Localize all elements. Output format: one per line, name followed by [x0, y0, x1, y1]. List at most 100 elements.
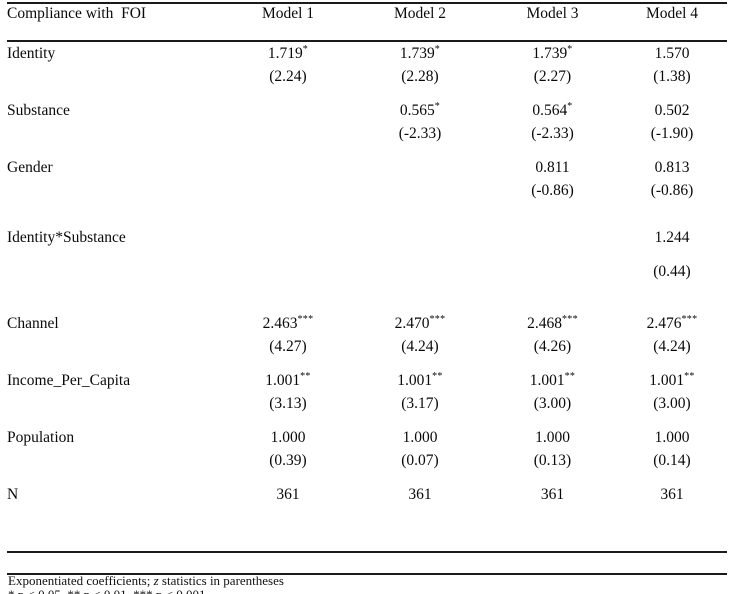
table-row-channel-estimate: Channel 2.463*** 2.470*** 2.468*** 2.476*** [7, 313, 727, 338]
row-label-spacer-income-per-capita [7, 395, 229, 429]
cell-gender-model-2-zstat [361, 182, 492, 216]
regression-results-table: Compliance with FOI Model 1 Model 2 Model 3… [7, 0, 727, 508]
significance-legend: * p < 0.05, ** p < 0.01, *** p < 0.001 [8, 588, 206, 594]
row-label-identity: Identity [7, 45, 56, 62]
cell-income-per-capita-model-4-zstat: (3.00) [653, 395, 691, 412]
cell-identity-model-2-zstat: (2.28) [401, 68, 439, 85]
cell-identity-substance-model-2-zstat [361, 252, 492, 315]
row-label-spacer-identity-substance [7, 252, 229, 315]
cell-identity-substance-model-4-zstat: (0.44) [653, 263, 691, 280]
cell-identity-substance-model-4-estimate: 1.244 [654, 229, 690, 246]
cell-population-model-1-zstat: (0.39) [269, 452, 307, 469]
significance-stars: *** [429, 313, 446, 325]
cell-identity-model-3-estimate: 1.739* [532, 43, 573, 62]
cell-population-model-3-estimate: 1.000 [535, 429, 570, 446]
significance-stars: *** [681, 313, 698, 325]
row-label-population: Population [7, 429, 75, 446]
cell-population-model-4-zstat: (0.14) [653, 452, 691, 469]
cell-identity-model-4-estimate: 1.570 [654, 45, 690, 62]
cell-gender-model-2-estimate [361, 159, 492, 182]
row-label-income-per-capita: Income_Per_Capita [7, 372, 131, 389]
cell-identity-substance-model-2-estimate [361, 216, 492, 252]
cell-channel-model-1-estimate: 2.463*** [262, 313, 314, 332]
cell-gender-model-3-zstat: (-0.86) [531, 182, 574, 199]
cell-identity-model-1-zstat: (2.24) [269, 68, 307, 85]
cell-population-model-2-zstat: (0.07) [401, 452, 439, 469]
cell-n-model-1: 361 [276, 486, 300, 503]
cell-substance-model-3-zstat: (-2.33) [531, 125, 574, 142]
significance-stars: ** [684, 370, 695, 382]
cell-channel-model-1-zstat: (4.27) [269, 338, 307, 355]
table-row-income-per-capita-estimate: Income_Per_Capita 1.001** 1.001** 1.001** 1.… [7, 370, 727, 395]
cell-population-model-1-estimate: 1.000 [270, 429, 306, 446]
table-row-substance-estimate: Substance 0.565* 0.564* 0.502 [7, 100, 727, 125]
cell-income-per-capita-model-3-estimate: 1.001** [529, 370, 576, 389]
column-header-model-4: Model 4 [645, 5, 699, 22]
row-label-spacer-gender [7, 182, 229, 216]
cell-identity-model-4-zstat: (1.38) [653, 68, 691, 85]
cell-identity-model-3-zstat: (2.27) [533, 68, 572, 85]
row-label-spacer-identity [7, 68, 229, 102]
cell-channel-model-3-zstat: (4.26) [533, 338, 572, 355]
cell-gender-model-3-estimate: 0.811 [535, 159, 570, 176]
cell-population-model-3-zstat: (0.13) [533, 452, 572, 469]
significance-stars: * [434, 100, 441, 112]
cell-substance-model-1-estimate [229, 102, 361, 125]
table-row-income-per-capita-zstat: (3.13) (3.17) (3.00) (3.00) [7, 395, 727, 429]
table-row-population-estimate: Population 1.000 1.000 1.000 1.000 [7, 429, 727, 452]
cell-identity-substance-model-1-estimate [229, 216, 361, 252]
table-body: Compliance with FOI Model 1 Model 2 Model 3… [7, 0, 727, 508]
table-corner-label: Compliance with FOI [7, 5, 147, 22]
significance-stars: *** [561, 313, 578, 325]
cell-income-per-capita-model-2-zstat: (3.17) [401, 395, 439, 412]
row-label-channel: Channel [7, 315, 59, 332]
table-row-gender-zstat: (-0.86) (-0.86) [7, 182, 727, 216]
cell-income-per-capita-model-4-estimate: 1.001** [649, 370, 695, 389]
cell-substance-model-4-estimate: 0.502 [654, 102, 690, 119]
cell-n-model-3: 361 [540, 486, 565, 503]
cell-income-per-capita-model-3-zstat: (3.00) [533, 395, 572, 412]
cell-substance-model-4-zstat: (-1.90) [650, 125, 694, 142]
significance-stars: ** [432, 370, 443, 382]
cell-identity-substance-model-3-estimate [492, 216, 623, 252]
cell-channel-model-4-zstat: (4.24) [653, 338, 691, 355]
table-note-significance: * p < 0.05, ** p < 0.01, *** p < 0.001 [8, 588, 206, 594]
cell-population-model-4-estimate: 1.000 [654, 429, 690, 446]
table-row-identity-zstat: (2.24) (2.28) (2.27) (1.38) [7, 68, 727, 102]
cell-gender-model-4-estimate: 0.813 [654, 159, 690, 176]
row-label-identity-substance: Identity*Substance [7, 229, 126, 246]
cell-identity-model-1-estimate: 1.719* [267, 43, 309, 62]
significance-stars: *** [297, 313, 314, 325]
cell-substance-model-2-estimate: 0.565* [399, 100, 441, 119]
significance-stars: * [567, 43, 573, 55]
cell-income-per-capita-model-1-zstat: (3.13) [269, 395, 307, 412]
row-label-spacer-substance [7, 125, 229, 159]
note-text-after-z: statistics in parentheses [158, 573, 284, 588]
row-label-n: N [7, 486, 19, 503]
row-label-substance: Substance [7, 102, 70, 119]
table-header-row: Compliance with FOI Model 1 Model 2 Model 3… [7, 0, 727, 45]
significance-stars: * [434, 43, 441, 55]
cell-n-model-2: 361 [408, 486, 432, 503]
cell-gender-model-1-estimate [229, 159, 361, 182]
significance-stars: ** [564, 370, 576, 382]
column-header-model-2: Model 2 [393, 5, 447, 22]
table-summary-top-rule [7, 551, 727, 553]
row-label-gender: Gender [7, 159, 53, 176]
table-note-coefficients: Exponentiated coefficients; z statistics… [8, 573, 284, 589]
significance-stars: * [567, 100, 573, 112]
regression-table-page: Compliance with FOI Model 1 Model 2 Model 3… [0, 0, 739, 594]
cell-income-per-capita-model-2-estimate: 1.001** [397, 370, 443, 389]
table-row-population-zstat: (0.39) (0.07) (0.13) (0.14) [7, 452, 727, 486]
cell-income-per-capita-model-1-estimate: 1.001** [265, 370, 311, 389]
cell-channel-model-3-estimate: 2.468*** [527, 313, 578, 332]
cell-channel-model-4-estimate: 2.476*** [646, 313, 698, 332]
cell-channel-model-2-estimate: 2.470*** [394, 313, 446, 332]
cell-n-model-4: 361 [660, 486, 684, 503]
note-text-before-z: Exponentiated coefficients; [8, 573, 154, 588]
table-row-channel-zstat: (4.27) (4.24) (4.26) (4.24) [7, 338, 727, 372]
cell-substance-model-1-zstat [229, 125, 361, 159]
table-row-identity-substance-estimate: Identity*Substance 1.244 [7, 216, 727, 252]
table-row-substance-zstat: (-2.33) (-2.33) (-1.90) [7, 125, 727, 159]
table-row-gender-estimate: Gender 0.811 0.813 [7, 159, 727, 182]
